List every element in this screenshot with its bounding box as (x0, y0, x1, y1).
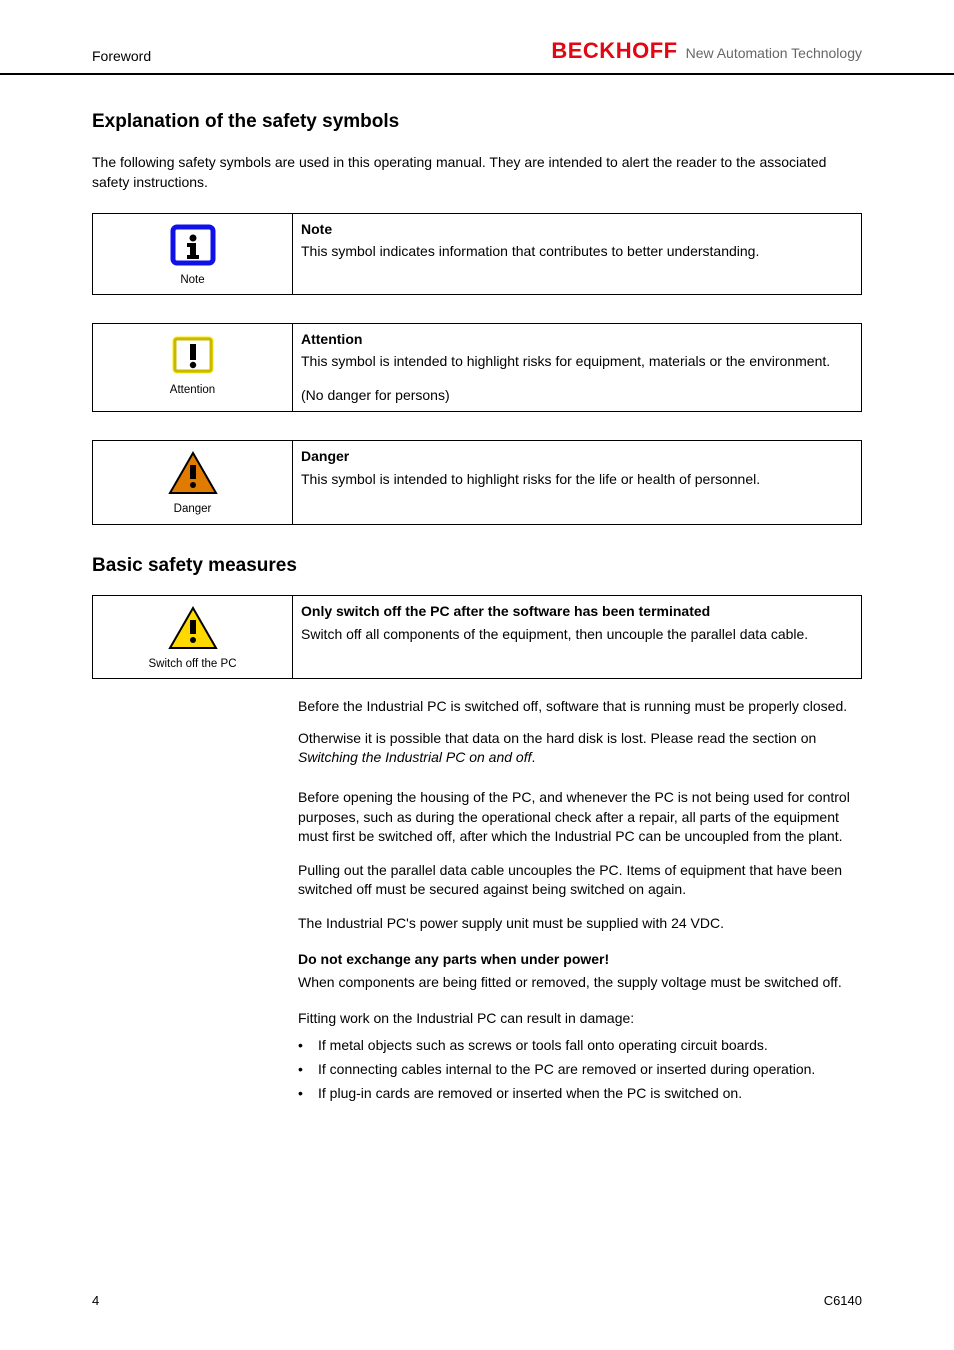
list-item: •If metal objects such as screws or tool… (298, 1036, 862, 1056)
switch-off-body: Switch off all components of the equipme… (301, 625, 853, 645)
warning-triangle-icon (168, 606, 218, 650)
switch-off-caption: Switch off the PC (101, 656, 284, 672)
para-24vdc: The Industrial PC's power supply unit mu… (298, 914, 862, 934)
bullet-text: If plug-in cards are removed or inserted… (318, 1084, 742, 1104)
danger-title: Danger (301, 447, 853, 467)
switch-off-box: Switch off the PC Only switch off the PC… (92, 595, 862, 679)
para-close-software: Before the Industrial PC is switched off… (298, 697, 862, 717)
attention-box: Attention Attention This symbol is inten… (92, 323, 862, 413)
list-item: •If plug-in cards are removed or inserte… (298, 1084, 862, 1104)
attention-icon (170, 334, 216, 376)
switch-off-title: Only switch off the PC after the softwar… (301, 602, 853, 622)
note-box: Note Note This symbol indicates informat… (92, 213, 862, 295)
page-header-left: Foreword (92, 47, 151, 67)
doc-id: C6140 (824, 1292, 862, 1310)
attention-caption: Attention (101, 382, 284, 398)
para-data-loss-text: Otherwise it is possible that data on th… (298, 730, 816, 746)
danger-body: This symbol is intended to highlight ris… (301, 470, 853, 490)
attention-title: Attention (301, 330, 853, 350)
heading-safety-symbols: Explanation of the safety symbols (92, 109, 862, 136)
para-data-loss: Otherwise it is possible that data on th… (298, 729, 862, 768)
attention-extra: (No danger for persons) (301, 386, 853, 406)
danger-icon (168, 451, 218, 495)
logo-sub: New Automation Technology (686, 44, 862, 64)
danger-box: Danger Danger This symbol is intended to… (92, 440, 862, 524)
link-switching-on-off: Switching the Industrial PC on and off (298, 749, 531, 765)
intro-paragraph: The following safety symbols are used in… (92, 153, 862, 192)
danger-caption: Danger (101, 501, 284, 517)
note-caption: Note (101, 272, 284, 288)
logo-main: BECKHOFF (551, 36, 677, 67)
brand-logo: BECKHOFF New Automation Technology (551, 36, 862, 67)
heading-basic-safety: Basic safety measures (92, 553, 862, 580)
info-icon (170, 224, 216, 266)
note-title: Note (301, 220, 853, 240)
list-item: •If connecting cables internal to the PC… (298, 1060, 862, 1080)
bullet-text: If connecting cables internal to the PC … (318, 1060, 815, 1080)
para-fitting-damage: Fitting work on the Industrial PC can re… (298, 1009, 862, 1029)
note-body: This symbol indicates information that c… (301, 242, 853, 262)
warn-no-exchange-title: Do not exchange any parts when under pow… (298, 950, 862, 970)
para-before-opening: Before opening the housing of the PC, an… (298, 788, 862, 847)
warn-no-exchange-body: When components are being fitted or remo… (298, 973, 862, 993)
bullet-text: If metal objects such as screws or tools… (318, 1036, 768, 1056)
attention-body: This symbol is intended to highlight ris… (301, 352, 853, 372)
page-number: 4 (92, 1292, 99, 1310)
para-uncouple: Pulling out the parallel data cable unco… (298, 861, 862, 900)
